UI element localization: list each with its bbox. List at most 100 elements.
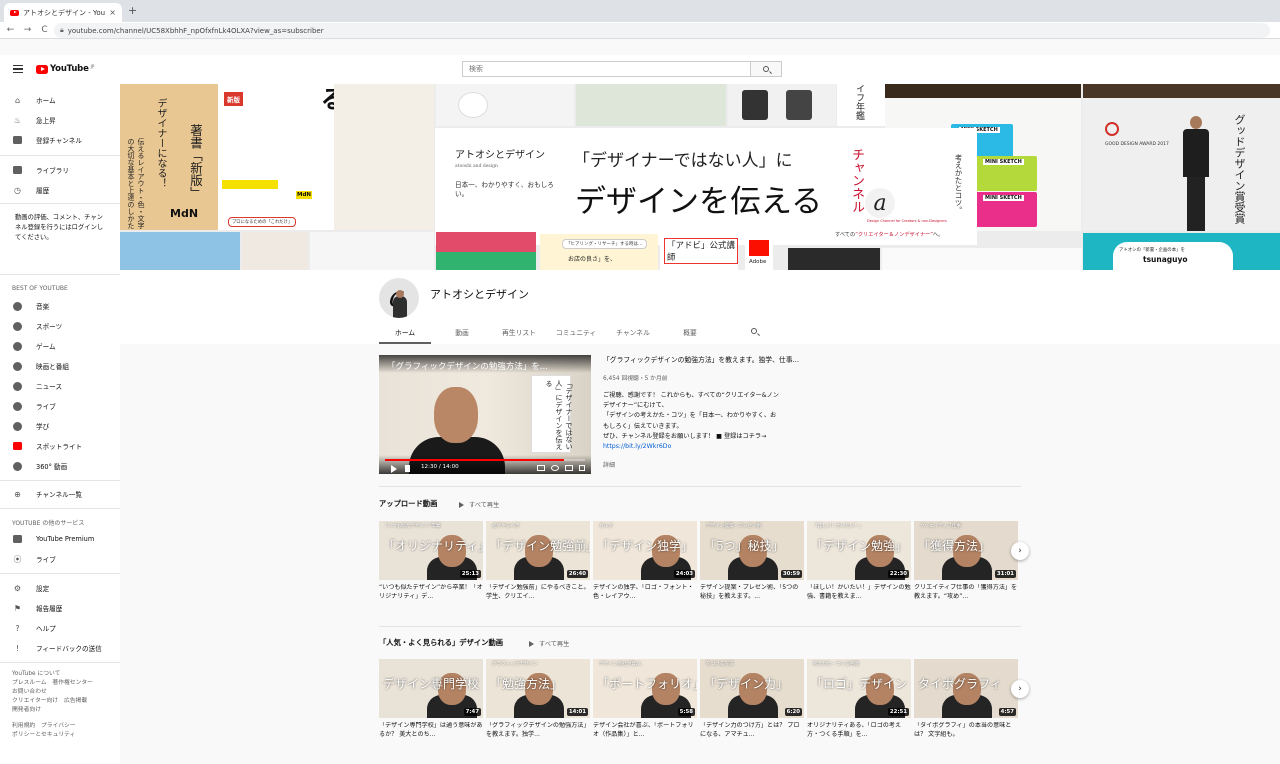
video-title[interactable]: デザイン会社が喜ぶ、「ポートフォリオ（作品集）」と... <box>593 722 697 740</box>
sidebar-item-live-broadcast[interactable]: ⦿ ライブ <box>0 550 120 568</box>
video-thumbnail[interactable]: デザイン提案・プレゼン術 「5つ」秘技」 30:59 <box>700 521 804 580</box>
tab-about[interactable]: 概要 <box>664 323 716 344</box>
browser-tab[interactable]: アトオシとデザイン - YouTube × <box>4 3 122 22</box>
sidebar-item-trending[interactable]: ♨ 急上昇 <box>0 111 120 129</box>
video-title[interactable]: 「タイポグラフィ」の本当の意味とは？ 文字組も。 <box>914 722 1018 740</box>
video-card[interactable]: タイポグラフィ 4:57 「タイポグラフィ」の本当の意味とは？ 文字組も。 <box>914 659 1018 740</box>
video-card[interactable]: デザイン専門学校 7:47 「デザイン専門学校」は通う意味があるか？ 美大とのち..… <box>379 659 483 740</box>
video-title[interactable]: “いつも似たデザイン”から卒業！「オリジナリティ」デ... <box>379 584 483 602</box>
tab-videos[interactable]: 動画 <box>436 323 488 344</box>
tab-playlists[interactable]: 再生リスト <box>493 323 545 344</box>
video-thumbnail[interactable]: 「ほしい！かいたい！」 「デザイン勉強」 22:30 <box>807 521 911 580</box>
sidebar-item-subscriptions[interactable]: 登録チャンネル <box>0 131 120 149</box>
video-thumbnail[interactable]: をつける方法 「デザイン力」 6:20 <box>700 659 804 718</box>
video-title[interactable]: 「グラフィックデザインの勉強方法」を教えます。独学... <box>486 722 590 740</box>
play-icon[interactable] <box>391 465 397 473</box>
video-thumbnail[interactable]: デザイン専門学校 7:47 <box>379 659 483 718</box>
sidebar-item-spotlight[interactable]: スポットライト <box>0 437 120 455</box>
video-title[interactable]: 「デザイン勉強前」にやるべきこと。学生、クリエイ... <box>486 584 590 602</box>
tab-home[interactable]: ホーム <box>379 323 431 344</box>
player-title[interactable]: 「グラフィックデザインの勉強方法」を... <box>379 355 591 373</box>
search-button[interactable] <box>751 61 782 77</box>
channel-search-button[interactable] <box>751 328 757 334</box>
subtitles-icon[interactable] <box>537 465 545 471</box>
tab-channels[interactable]: チャンネル <box>607 323 659 344</box>
video-thumbnail[interactable]: クリエイティブ仕事 「獲得方法」 31:01 <box>914 521 1018 580</box>
youtube-logo[interactable]: YouTube JP <box>36 64 94 74</box>
footer-link[interactable]: プレスルーム 著作権センター <box>12 679 93 688</box>
video-title[interactable]: デザイン提案・プレゼン術、「5つの秘技」を教えます。... <box>700 584 804 602</box>
sidebar-item-feedback[interactable]: ! フィードバックの送信 <box>0 639 120 657</box>
footer-link[interactable]: クリエイター向け 広告掲載 <box>12 697 87 706</box>
sidebar-item-sports[interactable]: スポーツ <box>0 317 120 335</box>
featured-video-title[interactable]: 「グラフィックデザインの勉強方法」を教えます。独学、仕事... <box>603 354 813 364</box>
address-bar[interactable]: 🔒︎ youtube.com/channel/UC58XbhhF_npOfxfn… <box>54 23 1270 38</box>
sidebar-item-360[interactable]: 360° 動画 <box>0 457 120 475</box>
video-title[interactable]: 「デザイン力のつけ方」とは？ プロになる、アマチュ... <box>700 722 804 740</box>
theater-icon[interactable] <box>565 465 573 471</box>
video-thumbnail[interactable]: デザイン会社が喜ぶ、 「ポートフォリオ」 5:58 <box>593 659 697 718</box>
footer-link[interactable]: 利用規約 プライバシー <box>12 722 76 731</box>
footer-link[interactable]: お問い合わせ <box>12 688 47 697</box>
gear-icon[interactable] <box>551 465 559 471</box>
video-title[interactable]: 「ほしい！かいたい！」デザインの勉強、書籍を教えま... <box>807 584 911 602</box>
sidebar-item-gaming[interactable]: ゲーム <box>0 337 120 355</box>
reload-button[interactable]: C <box>38 25 51 35</box>
sidebar-item-home[interactable]: ⌂ ホーム <box>0 91 120 109</box>
search-input[interactable] <box>462 61 751 77</box>
sidebar-item-help[interactable]: ? ヘルプ <box>0 619 120 637</box>
menu-icon[interactable] <box>13 65 23 73</box>
tab-community[interactable]: コミュニティ <box>550 323 602 344</box>
sidebar-item-music[interactable]: 音楽 <box>0 297 120 315</box>
read-more-link[interactable]: 詳細 <box>603 460 813 469</box>
uploads-next-button[interactable]: › <box>1011 542 1029 560</box>
popular-shelf-title[interactable]: 「人気・よく見られる」デザイン動画 <box>379 638 503 648</box>
popular-play-all[interactable]: すべて再生 <box>529 639 569 648</box>
video-card[interactable]: “いつも似たデザイン”卒業 「オリジナリティ」 25:13 “いつも似たデザイン”から… <box>379 521 483 602</box>
video-card[interactable]: をつける方法 「デザイン力」 6:20 「デザイン力のつけ方」とは？ プロになる、アマ… <box>700 659 804 740</box>
footer-link[interactable]: ポリシーとセキュリティ <box>12 731 75 740</box>
video-thumbnail[interactable]: グラフィックデザイン 「勉強方法」 14:01 <box>486 659 590 718</box>
volume-icon[interactable] <box>405 465 410 472</box>
video-card[interactable]: クリエイティブ仕事 「獲得方法」 31:01 クリエイティブ仕事の「獲得方法」を教えま… <box>914 521 1018 602</box>
description-link[interactable]: https://bit.ly/2Wkr6Do <box>603 442 813 452</box>
sidebar-item-premium[interactable]: YouTube Premium <box>0 530 120 548</box>
sidebar-item-report-history[interactable]: ⚑ 報告履歴 <box>0 599 120 617</box>
channel-avatar[interactable]: a <box>379 278 419 318</box>
sidebar-item-history[interactable]: ◷ 履歴 <box>0 181 120 199</box>
close-tab-icon[interactable]: × <box>109 8 116 17</box>
video-card[interactable]: 考えかた・つくる手順 「ロゴ」デザイン 22:51 オリジナリティある、「ロゴの考え方… <box>807 659 911 740</box>
footer-link[interactable]: 開発者向け <box>12 706 41 715</box>
sidebar-item-live[interactable]: ライブ <box>0 397 120 415</box>
sidebar-item-settings[interactable]: ⚙ 設定 <box>0 579 120 597</box>
footer-link[interactable]: YouTube について <box>12 670 60 679</box>
sidebar-item-learning[interactable]: 学び <box>0 417 120 435</box>
back-button[interactable]: ← <box>4 25 17 35</box>
sidebar-item-library[interactable]: ライブラリ <box>0 161 120 179</box>
forward-button[interactable]: → <box>21 25 34 35</box>
video-thumbnail[interactable]: 必ずやるべき 「デザイン勉強前」 26:40 <box>486 521 590 580</box>
featured-video-player[interactable]: 「デザイナーではない人」にデザインを伝える 「グラフィックデザインの勉強方法」を… <box>379 355 591 474</box>
fullscreen-icon[interactable] <box>579 465 585 471</box>
video-thumbnail[interactable]: “いつも似たデザイン”卒業 「オリジナリティ」 25:13 <box>379 521 483 580</box>
video-card[interactable]: グラフィックデザイン 「勉強方法」 14:01 「グラフィックデザインの勉強方法」を教… <box>486 659 590 740</box>
video-title[interactable]: オリジナリティある、「ロゴの考え方・つくる手順」を... <box>807 722 911 740</box>
video-card[interactable]: デザイン提案・プレゼン術 「5つ」秘技」 30:59 デザイン提案・プレゼン術、「5つ… <box>700 521 804 602</box>
sidebar-item-news[interactable]: ニュース <box>0 377 120 395</box>
video-thumbnail[interactable]: ガルポ 「デザイン独学」 24:03 <box>593 521 697 580</box>
uploads-play-all[interactable]: すべて再生 <box>459 500 499 509</box>
new-tab-button[interactable]: + <box>128 4 137 17</box>
video-card[interactable]: 「ほしい！かいたい！」 「デザイン勉強」 22:30 「ほしい！かいたい！」デザインの… <box>807 521 911 602</box>
uploads-shelf-title[interactable]: アップロード動画 <box>379 499 437 509</box>
progress-bar[interactable] <box>385 459 585 461</box>
video-thumbnail[interactable]: タイポグラフィ 4:57 <box>914 659 1018 718</box>
sidebar-item-movies[interactable]: 映画と番組 <box>0 357 120 375</box>
popular-next-button[interactable]: › <box>1011 680 1029 698</box>
video-thumbnail[interactable]: 考えかた・つくる手順 「ロゴ」デザイン 22:51 <box>807 659 911 718</box>
video-title[interactable]: クリエイティブ仕事の「獲得方法」を教えます。“攻め”... <box>914 584 1018 602</box>
video-title[interactable]: デザインの独学、「ロゴ・フォント・色・レイアウ... <box>593 584 697 602</box>
video-title[interactable]: 「デザイン専門学校」は通う意味があるか？ 美大とのち... <box>379 722 483 740</box>
video-card[interactable]: ガルポ 「デザイン独学」 24:03 デザインの独学、「ロゴ・フォント・色・レイアウ.… <box>593 521 697 602</box>
sidebar-item-browse-channels[interactable]: ⊕ チャンネル一覧 <box>0 485 120 503</box>
video-card[interactable]: 必ずやるべき 「デザイン勉強前」 26:40 「デザイン勉強前」にやるべきこと。学生、… <box>486 521 590 602</box>
